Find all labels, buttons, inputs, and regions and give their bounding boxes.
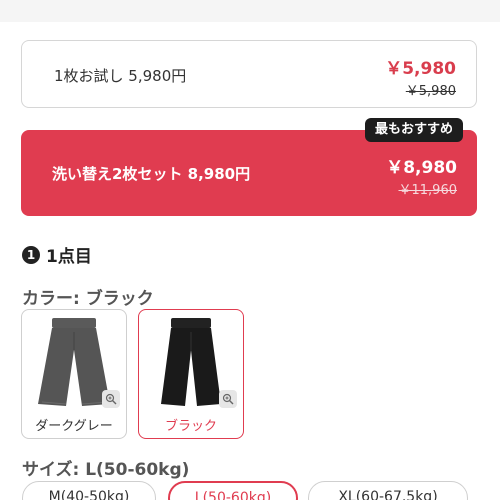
option-single-trial[interactable]: 1枚お試し 5,980円 ￥5,980 ￥5,980 (21, 40, 477, 108)
size-label: サイズ: L(50-60kg) (22, 460, 190, 480)
color-label: カラー: ブラック (22, 289, 154, 309)
color-option-dark-grey[interactable]: ダークグレー (21, 309, 127, 439)
option-single-label: 1枚お試し 5,980円 (54, 67, 187, 85)
option-single-original-price: ￥5,980 (405, 84, 456, 99)
size-option-l[interactable]: L(50-60kg) (168, 481, 298, 500)
option-set-original-price: ￥11,960 (398, 183, 458, 198)
size-options: M(40-50kg) L(50-60kg) XL(60-67.5kg) (22, 481, 500, 500)
top-strip (0, 0, 500, 22)
zoom-in-icon[interactable] (102, 390, 120, 408)
option-two-piece-set[interactable]: 洗い替え2枚セット 8,980円 ￥8,980 ￥11,960 (21, 130, 477, 216)
color-option-black[interactable]: ブラック (138, 309, 244, 439)
size-option-xl[interactable]: XL(60-67.5kg) (308, 481, 468, 500)
size-option-m[interactable]: M(40-50kg) (22, 481, 156, 500)
option-set-price: ￥8,980 (386, 158, 457, 178)
recommended-badge: 最もおすすめ (365, 118, 464, 142)
zoom-in-icon[interactable] (219, 390, 237, 408)
option-set-label: 洗い替え2枚セット 8,980円 (52, 165, 251, 183)
color-option-label: ブラック (164, 419, 217, 434)
item-heading: 1 1点目 (22, 242, 92, 267)
item-number-icon: 1 (22, 245, 40, 264)
color-option-label: ダークグレー (35, 419, 113, 434)
option-single-price: ￥5,980 (385, 59, 456, 79)
item-title: 1点目 (46, 247, 92, 267)
